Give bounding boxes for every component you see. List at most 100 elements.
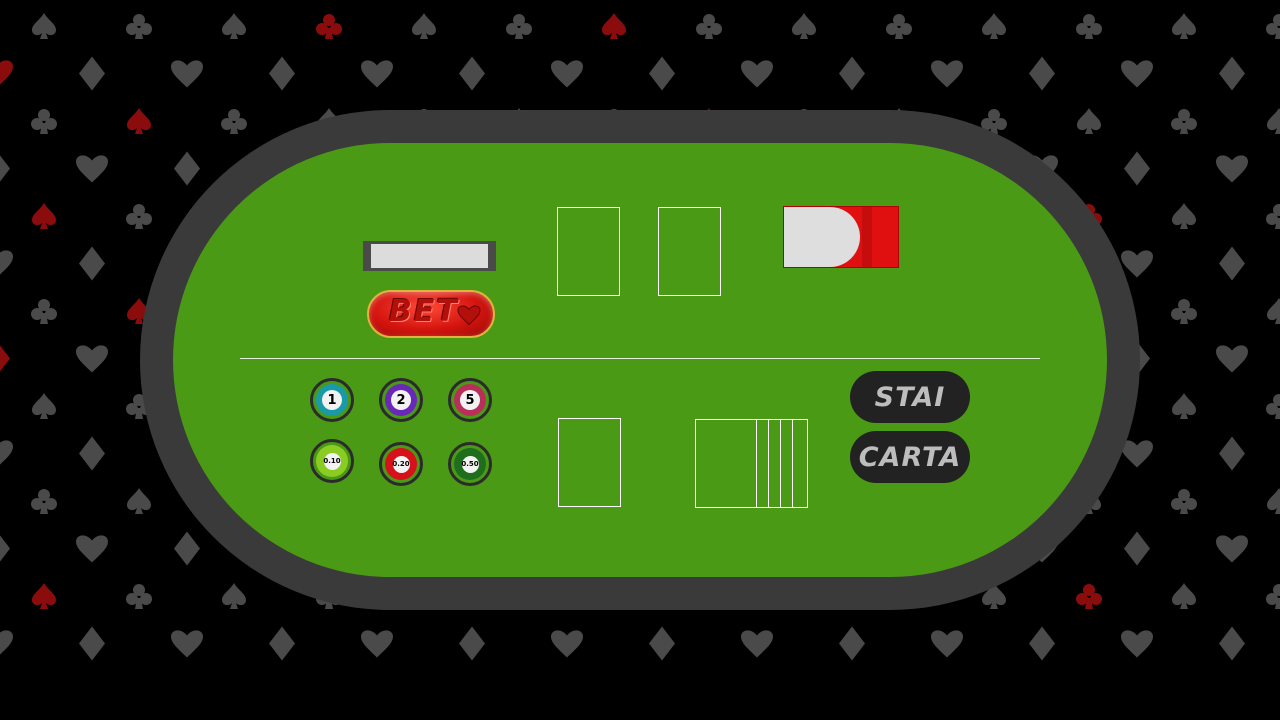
heart-icon bbox=[171, 630, 203, 658]
diamond-icon bbox=[174, 151, 200, 186]
spade-icon bbox=[602, 13, 626, 39]
club-icon bbox=[696, 14, 722, 39]
stand-button-label: STAI bbox=[874, 381, 946, 413]
chip-ring: 0.50 bbox=[454, 448, 486, 480]
heart-icon bbox=[1216, 155, 1248, 183]
player-card-slot bbox=[558, 418, 621, 507]
chip-label: 0.20 bbox=[392, 455, 410, 473]
heart-icon bbox=[0, 60, 13, 88]
diamond-icon bbox=[269, 626, 295, 661]
dealer-card-slot-1 bbox=[557, 207, 620, 296]
spade-icon bbox=[1172, 203, 1196, 229]
chip-ring: 0.10 bbox=[316, 445, 348, 477]
club-icon bbox=[1266, 584, 1280, 609]
chip-0-50[interactable]: 0.50 bbox=[448, 442, 492, 486]
diamond-icon bbox=[459, 626, 485, 661]
diamond-icon bbox=[649, 56, 675, 91]
table-felt: BET 1 2 5 0.10 0.20 0.50 STAI CARTA bbox=[173, 143, 1107, 577]
spade-icon bbox=[1267, 108, 1280, 134]
heart-icon bbox=[931, 60, 963, 88]
heart-icon bbox=[741, 630, 773, 658]
club-icon bbox=[221, 109, 247, 134]
chip-label: 5 bbox=[460, 390, 480, 410]
diamond-icon bbox=[839, 626, 865, 661]
heart-icon bbox=[551, 60, 583, 88]
chip-2[interactable]: 2 bbox=[379, 378, 423, 422]
bet-button[interactable]: BET bbox=[367, 290, 495, 338]
heart-icon bbox=[551, 630, 583, 658]
club-icon bbox=[886, 14, 912, 39]
diamond-icon bbox=[1219, 626, 1245, 661]
diamond-icon bbox=[0, 531, 10, 566]
deck-top-card bbox=[784, 207, 860, 267]
spade-icon bbox=[32, 203, 56, 229]
heart-icon bbox=[0, 250, 13, 278]
club-icon bbox=[1171, 109, 1197, 134]
heart-icon bbox=[1216, 345, 1248, 373]
chip-label: 1 bbox=[322, 390, 342, 410]
diamond-icon bbox=[79, 626, 105, 661]
diamond-icon bbox=[1219, 246, 1245, 281]
diamond-icon bbox=[269, 56, 295, 91]
diamond-icon bbox=[79, 246, 105, 281]
club-icon bbox=[1076, 14, 1102, 39]
club-icon bbox=[1171, 299, 1197, 324]
heart-icon bbox=[1121, 60, 1153, 88]
chip-1[interactable]: 1 bbox=[310, 378, 354, 422]
heart-icon bbox=[741, 60, 773, 88]
bet-amount-display bbox=[363, 241, 496, 271]
heart-icon bbox=[457, 305, 481, 326]
spade-icon bbox=[32, 13, 56, 39]
spade-icon bbox=[222, 583, 246, 609]
stand-button[interactable]: STAI bbox=[850, 371, 970, 423]
hit-button-label: CARTA bbox=[858, 441, 962, 473]
spade-icon bbox=[222, 13, 246, 39]
spade-icon bbox=[1077, 108, 1101, 134]
chip-ring: 0.20 bbox=[385, 448, 417, 480]
diamond-icon bbox=[174, 531, 200, 566]
spade-icon bbox=[1172, 393, 1196, 419]
club-icon bbox=[1171, 489, 1197, 514]
diamond-icon bbox=[0, 341, 10, 376]
spade-icon bbox=[982, 13, 1006, 39]
heart-icon bbox=[931, 630, 963, 658]
diamond-icon bbox=[459, 56, 485, 91]
heart-icon bbox=[0, 630, 13, 658]
heart-icon bbox=[361, 60, 393, 88]
diamond-icon bbox=[1124, 151, 1150, 186]
club-icon bbox=[506, 14, 532, 39]
diamond-icon bbox=[1219, 56, 1245, 91]
bet-button-label: BET bbox=[389, 294, 459, 329]
spade-icon bbox=[32, 393, 56, 419]
player-hand-card-1 bbox=[695, 419, 757, 508]
diamond-icon bbox=[839, 56, 865, 91]
diamond-icon bbox=[1029, 56, 1055, 91]
dealer-card-slot-2 bbox=[658, 207, 721, 296]
hit-button[interactable]: CARTA bbox=[850, 431, 970, 483]
heart-icon bbox=[1121, 630, 1153, 658]
heart-icon bbox=[1121, 250, 1153, 278]
heart-icon bbox=[76, 345, 108, 373]
card-deck[interactable] bbox=[783, 206, 899, 268]
diamond-icon bbox=[79, 436, 105, 471]
club-icon bbox=[31, 109, 57, 134]
heart-icon bbox=[361, 630, 393, 658]
spade-icon bbox=[127, 488, 151, 514]
chip-0-20[interactable]: 0.20 bbox=[379, 442, 423, 486]
chip-5[interactable]: 5 bbox=[448, 378, 492, 422]
diamond-icon bbox=[1124, 531, 1150, 566]
spade-icon bbox=[127, 108, 151, 134]
spade-icon bbox=[1172, 583, 1196, 609]
club-icon bbox=[126, 204, 152, 229]
club-icon bbox=[316, 14, 342, 39]
spade-icon bbox=[32, 583, 56, 609]
club-icon bbox=[1076, 584, 1102, 609]
chip-ring: 2 bbox=[385, 384, 417, 416]
player-hand-card-5 bbox=[792, 419, 808, 508]
club-icon bbox=[126, 14, 152, 39]
chip-0-10[interactable]: 0.10 bbox=[310, 439, 354, 483]
club-icon bbox=[1266, 14, 1280, 39]
heart-icon bbox=[0, 440, 13, 468]
chip-ring: 5 bbox=[454, 384, 486, 416]
chip-label: 2 bbox=[391, 390, 411, 410]
